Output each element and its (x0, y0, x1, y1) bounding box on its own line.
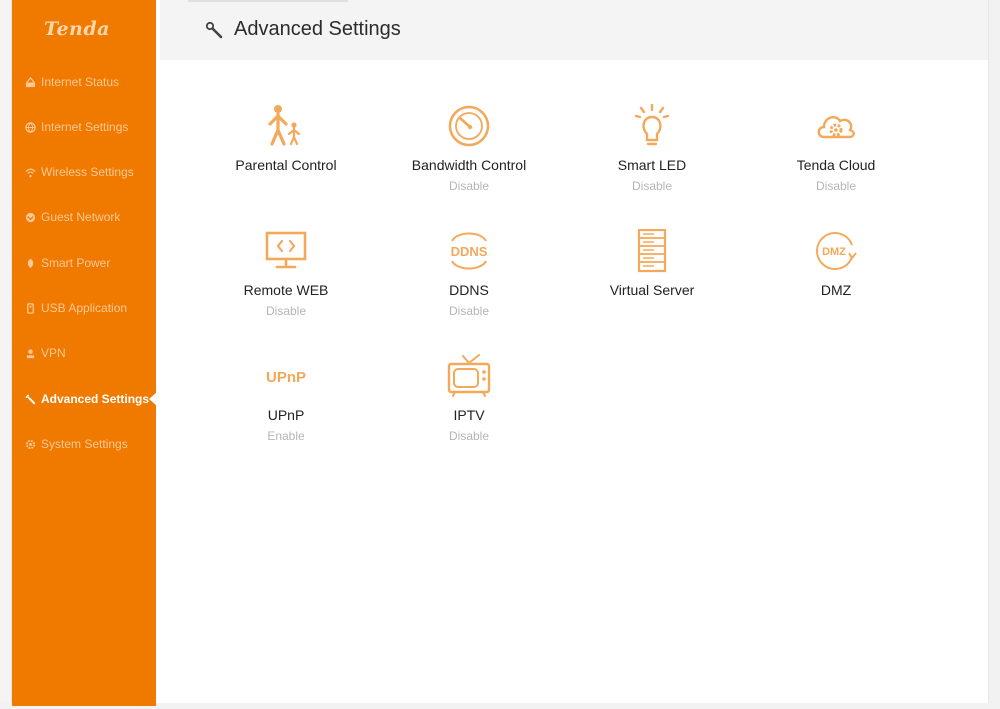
smart-led-tile[interactable]: Smart LED Disable (567, 103, 737, 214)
iptv-tile[interactable]: IPTV Disable (384, 354, 554, 464)
sidebar-item-label: Smart Power (41, 256, 111, 270)
ddns-icon: DDNS (447, 229, 491, 273)
dmz-icon: DMZ (814, 229, 858, 273)
upnp-icon-text: UPnP (266, 369, 306, 386)
page-title: Advanced Settings (234, 18, 401, 40)
virtual-server-tile[interactable]: Virtual Server (567, 228, 737, 339)
sidebar-item-label: USB Application (41, 301, 128, 315)
sidebar-item-internet-settings[interactable]: Internet Settings (12, 112, 156, 142)
sidebar-item-label: Wireless Settings (41, 165, 134, 179)
tile-status: Disable (631, 179, 673, 193)
parental-control-tile[interactable]: Parental Control (201, 104, 371, 214)
usb-icon (24, 302, 36, 314)
upnp-tile[interactable]: UPnP UPnP Enable (201, 354, 371, 464)
window-frame-left (0, 0, 12, 709)
sidebar-item-label: Advanced Settings (41, 392, 150, 406)
sidebar-item-vpn[interactable]: VPN (12, 338, 156, 368)
tile-label: Tenda Cloud (796, 157, 876, 173)
vpn-icon (24, 347, 36, 359)
sidebar-item-internet-status[interactable]: Internet Status (12, 67, 156, 97)
cloud-gear-icon (814, 104, 858, 148)
ddns-icon-text: DDNS (451, 244, 488, 259)
sidebar-item-usb-application[interactable]: USB Application (12, 293, 156, 323)
sidebar-item-smart-power[interactable]: Smart Power (12, 248, 156, 278)
parent-child-icon (264, 104, 308, 148)
leaf-icon (24, 257, 36, 269)
sidebar: Tenda Internet Status Internet Settings … (12, 0, 157, 706)
wrench-icon (24, 393, 36, 405)
tile-status: Disable (265, 304, 307, 318)
light-bulb-icon (630, 103, 674, 148)
page-header: Advanced Settings (160, 0, 988, 60)
window-frame-right (988, 0, 1000, 709)
tenda-cloud-tile[interactable]: Tenda Cloud Disable (751, 104, 921, 214)
tile-label: Virtual Server (609, 282, 695, 298)
tv-icon (447, 354, 491, 398)
tile-status: Disable (815, 179, 857, 193)
speedometer-icon (447, 104, 491, 148)
remote-web-tile[interactable]: Remote WEB Disable (201, 229, 371, 339)
tile-status: Disable (448, 429, 490, 443)
header-divider (188, 0, 348, 2)
network-status-icon (24, 76, 36, 88)
tile-label: Parental Control (235, 157, 337, 173)
tile-status: Disable (448, 304, 490, 318)
tile-label: DMZ (820, 282, 852, 298)
globe-icon (24, 121, 36, 133)
tile-status: Disable (448, 179, 490, 193)
tenda-logo: Tenda (44, 18, 110, 40)
sidebar-item-guest-network[interactable]: Guest Network (12, 202, 156, 232)
guest-icon (24, 211, 36, 223)
sidebar-item-system-settings[interactable]: System Settings (12, 429, 156, 459)
tile-status: Enable (267, 429, 305, 443)
wifi-icon (24, 166, 36, 178)
sidebar-item-wireless-settings[interactable]: Wireless Settings (12, 157, 156, 187)
sidebar-item-label: System Settings (41, 437, 128, 451)
sidebar-item-advanced-settings[interactable]: Advanced Settings (12, 384, 157, 414)
tile-label: Smart LED (617, 157, 687, 173)
tile-label: DDNS (449, 282, 489, 298)
upnp-icon: UPnP (264, 354, 308, 398)
tile-label: UPnP (267, 407, 305, 423)
sidebar-item-label: Guest Network (41, 210, 121, 224)
tile-label: Remote WEB (243, 282, 329, 298)
dmz-tile[interactable]: DMZ DMZ (751, 229, 921, 339)
tile-label: Bandwidth Control (411, 157, 527, 173)
sidebar-item-label: VPN (41, 346, 66, 360)
tile-label: IPTV (453, 407, 485, 423)
gear-icon (24, 438, 36, 450)
server-icon (630, 228, 674, 273)
wrench-icon (206, 22, 223, 39)
sidebar-item-label: Internet Settings (41, 120, 129, 134)
bandwidth-control-tile[interactable]: Bandwidth Control Disable (384, 104, 554, 214)
dmz-icon-text: DMZ (822, 246, 846, 258)
active-indicator (149, 392, 157, 406)
monitor-code-icon (264, 229, 308, 273)
ddns-tile[interactable]: DDNS DDNS Disable (384, 229, 554, 339)
sidebar-item-label: Internet Status (41, 75, 120, 89)
